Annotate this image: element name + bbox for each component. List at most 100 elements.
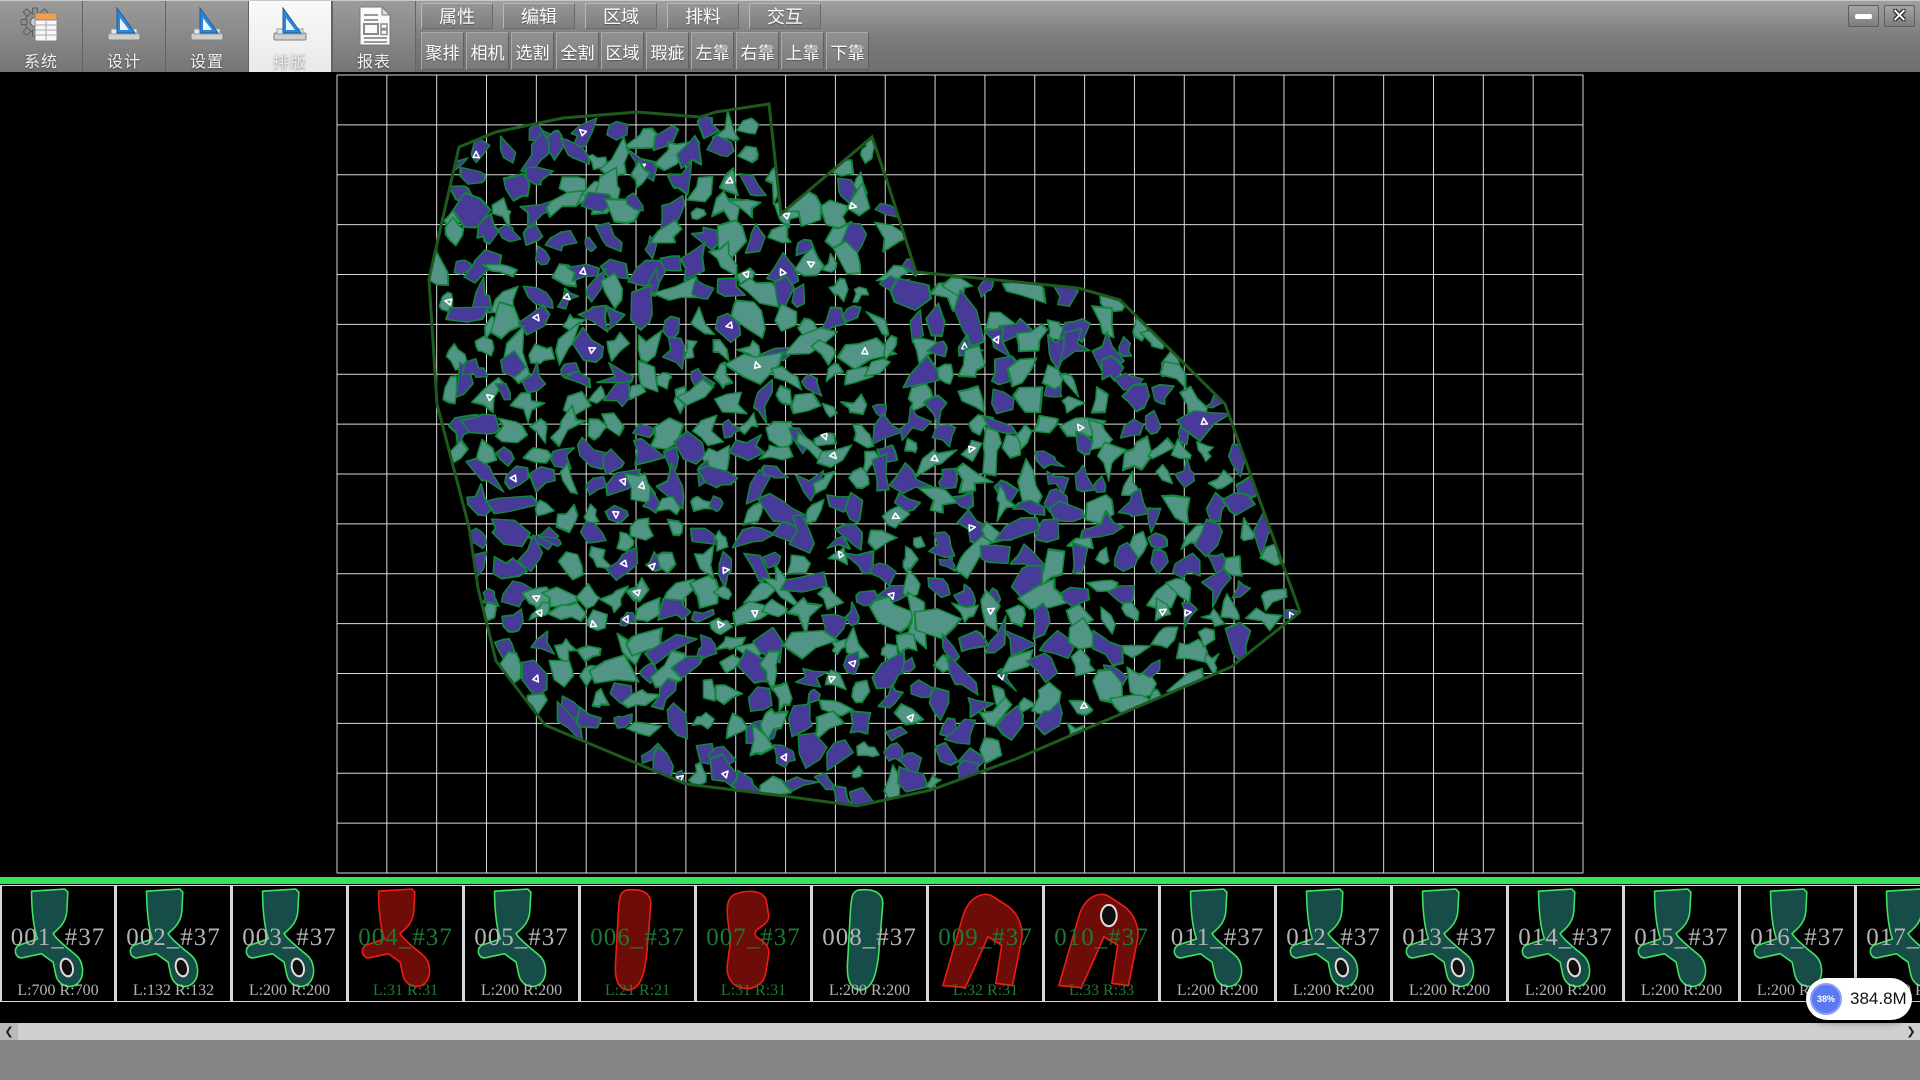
memory-usage-badge[interactable]: 38% 384.8M: [1806, 978, 1912, 1020]
part-label: 011_#37: [1161, 924, 1274, 952]
part-label: 008_#37: [813, 924, 926, 952]
part-quantity-label: L:32 R:31: [929, 982, 1042, 1000]
nesting-setsquare-icon: [268, 5, 312, 47]
part-label: 004_#37: [349, 924, 462, 952]
tool-button-5[interactable]: 区域: [601, 32, 644, 70]
part-label: 006_#37: [581, 924, 694, 952]
menu-tab-1[interactable]: 属性: [421, 3, 493, 29]
part-quantity-label: L:700 R:700: [2, 982, 114, 1000]
horizontal-scrollbar[interactable]: ❮ ❯: [0, 1023, 1920, 1040]
part-thumbnail-13[interactable]: 013_#37 L:200 R:200: [1392, 885, 1508, 1002]
minimize-button[interactable]: [1848, 5, 1879, 27]
part-thumbnail-7[interactable]: 007_#37 L:31 R:31: [696, 885, 812, 1002]
nested-pieces-layer[interactable]: [412, 110, 1306, 823]
nesting-canvas-area[interactable]: [0, 72, 1920, 877]
part-quantity-label: L:200 R:200: [1509, 982, 1622, 1000]
application-window: 系统 设计 设置: [0, 0, 1920, 1080]
part-label: 005_#37: [465, 924, 578, 952]
parts-thumbnail-strip: 001_#37L:700 R:700002_#37L:132 R:132003_…: [0, 884, 1920, 1023]
mode-button-nesting[interactable]: 排版: [249, 1, 332, 72]
memory-percent-indicator: 38%: [1810, 983, 1842, 1015]
strip-separator: [0, 877, 1920, 884]
part-quantity-label: L:31 R:31: [349, 982, 462, 1000]
mode-button-label: 排版: [273, 48, 307, 72]
part-label: 003_#37: [233, 924, 346, 952]
part-thumbnail-1[interactable]: 001_#37 L:700 R:700: [0, 885, 116, 1002]
tool-button-4[interactable]: 全割: [556, 32, 599, 70]
part-label: 017_#37: [1857, 924, 1920, 952]
part-thumbnail-3[interactable]: 003_#37 L:200 R:200: [232, 885, 348, 1002]
part-quantity-label: L:200 R:200: [813, 982, 926, 1000]
tool-button-9[interactable]: 上靠: [781, 32, 824, 70]
scroll-left-button[interactable]: ❮: [0, 1023, 18, 1040]
part-label: 002_#37: [117, 924, 230, 952]
scroll-right-button[interactable]: ❯: [1902, 1023, 1920, 1040]
settings-setsquare-icon: [185, 5, 229, 47]
part-label: 010_#37: [1045, 924, 1158, 952]
part-label: 013_#37: [1393, 924, 1506, 952]
part-label: 009_#37: [929, 924, 1042, 952]
part-quantity-label: L:200 R:200: [1393, 982, 1506, 1000]
part-thumbnail-6[interactable]: 006_#37 L:21 R:21: [580, 885, 696, 1002]
tool-button-1[interactable]: 聚排: [421, 32, 464, 70]
part-thumbnail-8[interactable]: 008_#37 L:200 R:200: [812, 885, 928, 1002]
part-quantity-label: L:200 R:200: [233, 982, 346, 1000]
part-thumbnail-12[interactable]: 012_#37 L:200 R:200: [1276, 885, 1392, 1002]
part-label: 014_#37: [1509, 924, 1622, 952]
part-thumbnail-5[interactable]: 005_#37 L:200 R:200: [464, 885, 580, 1002]
tool-button-6[interactable]: 瑕疵: [646, 32, 689, 70]
part-quantity-label: L:132 R:132: [117, 982, 230, 1000]
mode-button-label: 设置: [190, 48, 224, 72]
tool-button-7[interactable]: 左靠: [691, 32, 734, 70]
mode-button-settings[interactable]: 设置: [166, 1, 249, 72]
mode-button-report[interactable]: 报表: [332, 1, 416, 72]
part-quantity-label: L:33 R:33: [1045, 982, 1158, 1000]
nesting-canvas[interactable]: [0, 72, 1920, 877]
part-quantity-label: L:200 R:200: [1161, 982, 1274, 1000]
tool-button-3[interactable]: 选割: [511, 32, 554, 70]
menu-tab-row: 属性编辑区域排料交互: [421, 3, 821, 29]
memory-size-label: 384.8M: [1850, 989, 1907, 1009]
memory-percent-label: 38%: [1817, 994, 1835, 1004]
part-thumbnail-2[interactable]: 002_#37 L:132 R:132: [116, 885, 232, 1002]
part-label: 016_#37: [1741, 924, 1854, 952]
tool-button-8[interactable]: 右靠: [736, 32, 779, 70]
app-mode-buttons: 系统 设计 设置: [0, 1, 416, 72]
part-thumbnail-15[interactable]: 015_#37 L:200 R:200: [1624, 885, 1740, 1002]
part-thumbnail-14[interactable]: 014_#37 L:200 R:200: [1508, 885, 1624, 1002]
part-thumbnail-9[interactable]: 009_#37 L:32 R:31: [928, 885, 1044, 1002]
part-label: 012_#37: [1277, 924, 1390, 952]
menu-tab-2[interactable]: 编辑: [503, 3, 575, 29]
bottom-bar: [0, 1040, 1920, 1080]
part-quantity-label: L:31 R:31: [697, 982, 810, 1000]
part-quantity-label: L:21 R:21: [581, 982, 694, 1000]
menu-tab-5[interactable]: 交互: [749, 3, 821, 29]
mode-button-label: 系统: [24, 48, 58, 72]
minimize-icon: [1855, 14, 1872, 19]
scroll-right-icon: ❯: [1906, 1025, 1915, 1038]
menu-tab-4[interactable]: 排料: [667, 3, 739, 29]
part-thumbnail-10[interactable]: 010_#37 L:33 R:33: [1044, 885, 1160, 1002]
tool-button-2[interactable]: 相机: [466, 32, 509, 70]
mode-button-design[interactable]: 设计: [83, 1, 166, 72]
main-toolbar: 系统 设计 设置: [0, 0, 1920, 72]
design-setsquare-icon: [102, 5, 146, 47]
part-quantity-label: L:200 R:200: [465, 982, 578, 1000]
part-label: 007_#37: [697, 924, 810, 952]
mode-button-system[interactable]: 系统: [0, 1, 83, 72]
scroll-left-icon: ❮: [4, 1025, 13, 1038]
tool-button-row: 聚排相机选割全割区域瑕疵左靠右靠上靠下靠: [421, 32, 869, 70]
mode-button-label: 设计: [107, 48, 141, 72]
close-button[interactable]: ✕: [1884, 5, 1915, 27]
part-thumbnail-11[interactable]: 011_#37 L:200 R:200: [1160, 885, 1276, 1002]
part-quantity-label: L:200 R:200: [1625, 982, 1738, 1000]
menu-tab-3[interactable]: 区域: [585, 3, 657, 29]
part-quantity-label: L:200 R:200: [1277, 982, 1390, 1000]
part-label: 015_#37: [1625, 924, 1738, 952]
close-icon: ✕: [1892, 7, 1908, 26]
tool-button-10[interactable]: 下靠: [826, 32, 869, 70]
part-thumbnail-4[interactable]: 004_#37 L:31 R:31: [348, 885, 464, 1002]
system-gear-icon: [19, 5, 63, 47]
part-label: 001_#37: [2, 924, 114, 952]
report-document-icon: [352, 5, 396, 47]
